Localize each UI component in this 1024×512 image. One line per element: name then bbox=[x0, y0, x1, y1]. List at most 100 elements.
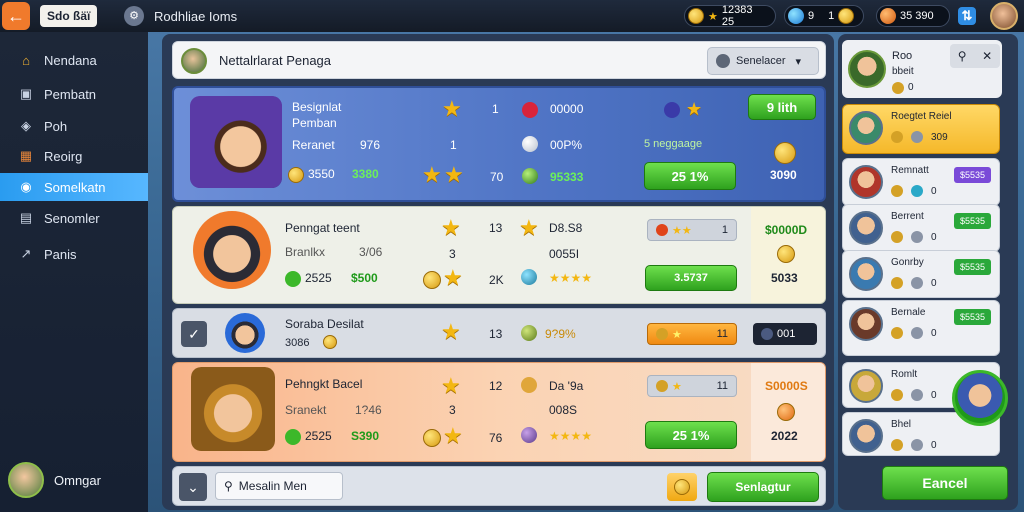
coin-icon bbox=[891, 231, 903, 243]
sidebar-item-reoirg[interactable]: ▦ Reoirg bbox=[0, 142, 148, 170]
star-icon: ★★ bbox=[672, 224, 692, 237]
item-stats: 309 bbox=[891, 131, 948, 143]
sidebar-item-senomler[interactable]: ▤ Senomler bbox=[0, 204, 148, 232]
hero-level: 976 bbox=[360, 138, 381, 152]
stat-value: Da '9a bbox=[549, 379, 584, 393]
fire-icon bbox=[656, 224, 668, 236]
orb-counter[interactable]: 35 390 bbox=[876, 5, 950, 27]
hero-name: Pehngkt Bacel bbox=[285, 377, 363, 391]
coin-icon bbox=[891, 277, 903, 289]
hero-portrait bbox=[225, 313, 265, 353]
right-list-item[interactable]: Roegtet Reiel 309 bbox=[842, 104, 1000, 154]
gem-amount: 9 bbox=[808, 10, 815, 22]
select-label: Senelacer bbox=[736, 55, 786, 67]
back-button[interactable]: ← bbox=[2, 2, 30, 30]
hero-name: Besignlat bbox=[292, 100, 342, 114]
stat-value: D8.S8 bbox=[549, 221, 583, 235]
sidebar-item-poh[interactable]: ◈ Poh bbox=[0, 112, 148, 140]
search-input[interactable]: ⚲ Mesalin Men bbox=[215, 472, 343, 500]
reward-top: S0000S bbox=[765, 379, 808, 393]
stat-percent: 00P% bbox=[550, 138, 583, 152]
plus-icon: ⇅ bbox=[961, 8, 973, 23]
rating-stars: ★★★★ bbox=[549, 271, 593, 285]
sidebar-item-panis[interactable]: ↗ Panis bbox=[0, 240, 148, 268]
avatar bbox=[849, 419, 883, 453]
coin-icon bbox=[674, 479, 690, 495]
star-icon: ★ bbox=[444, 162, 464, 187]
close-icon[interactable]: ✕ bbox=[982, 49, 992, 63]
right-list-item[interactable]: Remnatt 0 $5535 bbox=[842, 158, 1000, 206]
trend-icon: ↗ bbox=[20, 246, 32, 261]
coin-button[interactable] bbox=[667, 473, 697, 501]
star-icon: ★ bbox=[443, 423, 463, 448]
upgrade-button[interactable]: 3.5737 bbox=[645, 265, 737, 291]
list-item[interactable]: Penngat teent Branlkx 3/06 2525 $500 ★ 1… bbox=[172, 206, 826, 304]
item-value: 0 bbox=[931, 231, 937, 243]
chip-value: 1 bbox=[721, 224, 728, 236]
sidebar-item-label: Pembatn bbox=[44, 86, 97, 102]
right-list-item[interactable]: Berrent 0 $5535 bbox=[842, 204, 1000, 252]
upgrade-button[interactable]: 25 1% bbox=[645, 421, 737, 449]
star-icon: ★ bbox=[442, 96, 462, 121]
list-item[interactable]: ✓ Soraba Desilat 3086 ★ 13 9?9% ★ 11 001 bbox=[172, 308, 826, 358]
footer-bar: ⌄ ⚲ Mesalin Men Senlagtur bbox=[172, 466, 826, 506]
cancel-button[interactable]: Eancel bbox=[882, 466, 1008, 500]
list-item[interactable]: Besignlat Pemban Reranet 976 3550 3380 ★… bbox=[172, 86, 826, 202]
sidebar-item-nendana[interactable]: ⌂ Nendana bbox=[0, 46, 148, 74]
leaf-icon bbox=[285, 429, 301, 445]
orb-icon bbox=[911, 277, 923, 289]
leaf-icon bbox=[522, 168, 538, 184]
chest-icon: ▦ bbox=[19, 148, 33, 163]
claim-button[interactable]: 9 lith bbox=[748, 94, 816, 120]
sidebar-item-pembatn[interactable]: ▣ Pembatn bbox=[0, 80, 148, 108]
avatar bbox=[849, 257, 883, 291]
sidebar-item-somelkatn[interactable]: ◉ Somelkatn bbox=[0, 173, 148, 201]
filter-select[interactable]: Senelacer ▾ bbox=[707, 47, 819, 75]
item-stats: 0 bbox=[891, 231, 937, 243]
item-name: Bernale bbox=[891, 307, 926, 318]
gem-icon bbox=[521, 427, 537, 443]
gem-icon bbox=[664, 102, 680, 118]
search-icon[interactable]: ⚲ bbox=[958, 49, 967, 63]
gem-counter[interactable]: 9 1 bbox=[784, 5, 864, 27]
list-item[interactable]: Pehngkt Bacel Sranekt 1?46 2525 S390 ★ 1… bbox=[172, 362, 826, 462]
sidebar-item-label: Somelkatn bbox=[44, 179, 106, 195]
player-value: 0 bbox=[908, 82, 914, 93]
upgrade-label: 3.5737 bbox=[674, 272, 708, 284]
status-badge: 001 bbox=[753, 323, 817, 345]
collapse-button[interactable]: ⌄ bbox=[179, 473, 207, 501]
hero-portrait bbox=[193, 211, 271, 289]
hero-cash: 3380 bbox=[352, 167, 379, 181]
coin-icon bbox=[777, 403, 795, 421]
hero-name-line2: Pemban bbox=[292, 116, 337, 130]
orb-icon bbox=[522, 136, 538, 152]
hero-cash: S390 bbox=[351, 429, 380, 443]
confirm-button[interactable]: Senlagtur bbox=[707, 472, 819, 502]
orb-icon bbox=[761, 328, 773, 340]
search-icon: ⚲ bbox=[224, 479, 233, 493]
right-list-item[interactable]: Gonrby 0 $5535 bbox=[842, 250, 1000, 298]
select-checkbox[interactable]: ✓ bbox=[181, 321, 207, 347]
profile-avatar[interactable] bbox=[990, 2, 1018, 30]
tier-label: 5 neggaage bbox=[644, 138, 703, 150]
coin-counter[interactable]: ★ 12383 25 bbox=[684, 4, 776, 28]
user-profile[interactable]: Omngar bbox=[8, 462, 101, 498]
orb-icon bbox=[880, 8, 896, 24]
add-currency-button[interactable]: ⇅ bbox=[958, 7, 976, 25]
hero-level: 3086 bbox=[285, 337, 310, 349]
star-icon: ★ bbox=[441, 373, 461, 398]
upgrade-button[interactable]: 25 1% bbox=[644, 162, 736, 190]
settings-icon[interactable]: ⚙ bbox=[124, 6, 144, 26]
sidebar-item-label: Reoirg bbox=[44, 148, 83, 164]
target-icon: ◉ bbox=[20, 179, 32, 194]
stat-value: 2K bbox=[489, 273, 504, 287]
stat-value: 0055I bbox=[549, 247, 580, 261]
featured-avatar[interactable] bbox=[952, 370, 1008, 426]
price-tag: $5535 bbox=[953, 167, 991, 183]
upgrade-label: 25 1% bbox=[671, 168, 709, 184]
right-list-item[interactable]: Bernale 0 $5535 bbox=[842, 300, 1000, 356]
stat-value: 3 bbox=[449, 403, 456, 417]
coin-icon bbox=[891, 327, 903, 339]
gem-icon bbox=[911, 185, 923, 197]
xp-value: 95333 bbox=[550, 170, 584, 184]
